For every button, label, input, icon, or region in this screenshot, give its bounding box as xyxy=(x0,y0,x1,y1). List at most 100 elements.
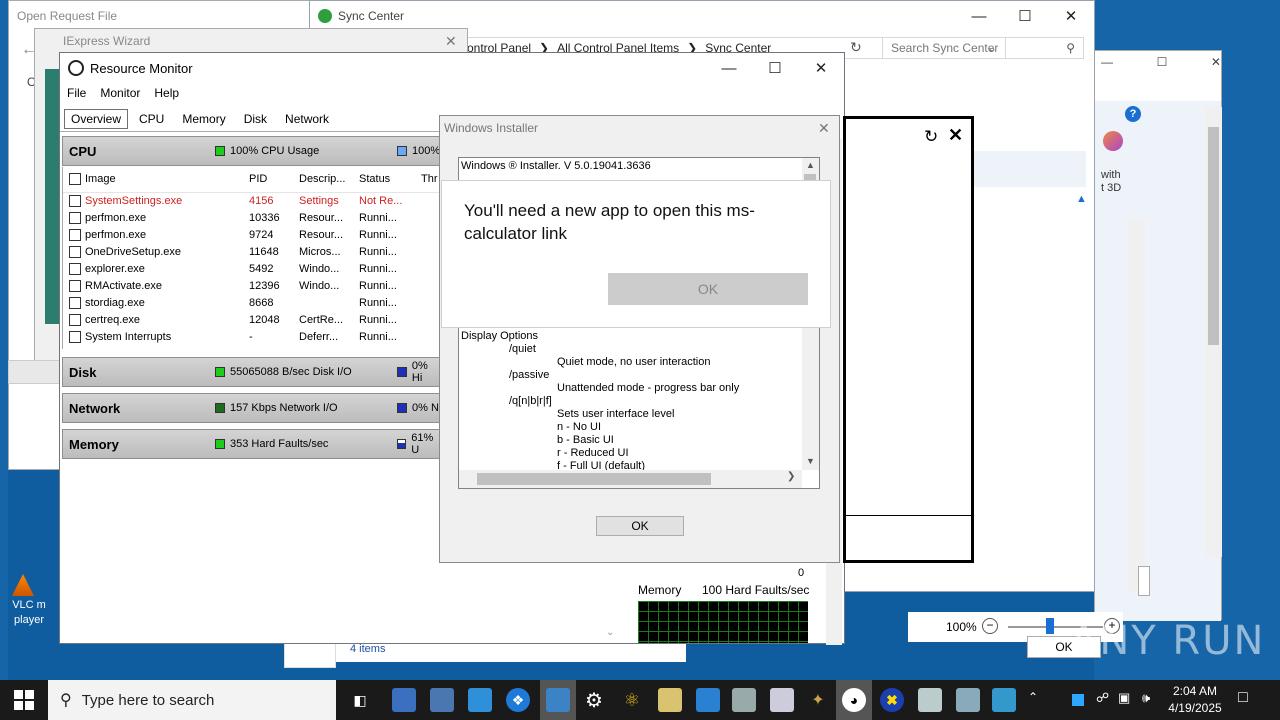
maximize-button[interactable]: ☐ xyxy=(1002,1,1048,31)
resource-monitor-task-icon[interactable]: ◕ xyxy=(842,688,866,712)
scroll-down-icon[interactable]: ⌄ xyxy=(606,627,614,638)
app-icon-3[interactable] xyxy=(468,688,492,712)
column-threads[interactable]: Thr xyxy=(421,173,438,185)
tray-app-icon[interactable] xyxy=(1072,694,1084,706)
bluetooth-icon[interactable]: ❖ xyxy=(506,688,530,712)
table-row[interactable]: stordiag.exe 8668 Runni... xyxy=(63,295,442,312)
close-icon[interactable]: ✕ xyxy=(1211,55,1221,77)
table-header-row: Image PID Descrip... Status Thr xyxy=(63,167,442,193)
close-button[interactable]: ✕ xyxy=(1048,1,1094,31)
scroll-up-icon[interactable]: ▲ xyxy=(806,160,815,170)
scroll-down-icon[interactable]: ▼ xyxy=(806,456,815,466)
row-checkbox[interactable] xyxy=(69,297,81,309)
app-icon-8[interactable]: ✦ xyxy=(806,688,830,712)
tab-disk[interactable]: Disk xyxy=(237,109,274,129)
select-all-checkbox[interactable] xyxy=(69,173,81,185)
app-icon-2[interactable] xyxy=(430,688,454,712)
new-app-ok-button[interactable]: OK xyxy=(608,273,808,305)
disk-active-indicator xyxy=(397,367,407,377)
key-icon[interactable]: ⚛ xyxy=(620,688,644,712)
refresh-icon[interactable]: ↻ xyxy=(924,127,938,147)
row-checkbox[interactable] xyxy=(69,229,81,241)
settings-gear-icon[interactable]: ⚙ xyxy=(582,688,606,712)
refresh-icon[interactable]: ↻ xyxy=(850,39,870,59)
row-checkbox[interactable] xyxy=(69,331,81,343)
zoom-out-icon[interactable]: − xyxy=(982,618,998,634)
taskbar-search-box[interactable]: ⚲ Type here to search xyxy=(48,680,336,720)
vertical-scrollbar[interactable] xyxy=(1128,219,1145,591)
tab-network[interactable]: Network xyxy=(278,109,336,129)
installer-ok-button[interactable]: OK xyxy=(596,516,684,536)
app-icon-11[interactable] xyxy=(992,688,1016,712)
close-button[interactable]: ✕ xyxy=(798,53,844,83)
minimize-icon[interactable]: — xyxy=(1101,55,1113,77)
app-icon-5[interactable] xyxy=(696,688,720,712)
row-checkbox[interactable] xyxy=(69,195,81,207)
column-image[interactable]: Image xyxy=(85,173,116,185)
process-image: System Interrupts xyxy=(85,331,172,343)
row-checkbox[interactable] xyxy=(69,246,81,258)
app-icon-active[interactable] xyxy=(546,688,570,712)
notification-icon[interactable]: □ xyxy=(1238,689,1248,707)
row-checkbox[interactable] xyxy=(69,263,81,275)
table-row[interactable]: perfmon.exe 10336 Resour... Runni... xyxy=(63,210,442,227)
menu-monitor[interactable]: Monitor xyxy=(93,83,147,105)
table-row[interactable]: perfmon.exe 9724 Resour... Runni... xyxy=(63,227,442,244)
table-row[interactable]: RMActivate.exe 12396 Windo... Runni... xyxy=(63,278,442,295)
horizontal-scrollbar[interactable]: ❯ xyxy=(459,470,802,488)
table-row[interactable]: System Interrupts - Deferr... Runni... xyxy=(63,329,442,346)
column-pid[interactable]: PID xyxy=(249,173,267,185)
table-row[interactable]: certreq.exe 12048 CertRe... Runni... xyxy=(63,312,442,329)
row-checkbox[interactable] xyxy=(69,212,81,224)
disk-panel-header[interactable]: Disk 55065088 B/sec Disk I/O 0% Hi xyxy=(62,357,442,387)
vlc-icon[interactable] xyxy=(12,574,34,596)
scroll-right-icon[interactable]: ❯ xyxy=(787,471,795,482)
close-icon[interactable]: ✕ xyxy=(948,125,963,146)
app-icon-7[interactable] xyxy=(770,688,794,712)
collapse-chevron-icon[interactable]: ▲ xyxy=(1076,193,1087,205)
vlc-label[interactable]: VLC m player xyxy=(4,598,54,628)
maximize-icon[interactable]: ☐ xyxy=(1157,55,1168,77)
minimize-button[interactable]: — xyxy=(706,53,752,83)
app-icon-4[interactable] xyxy=(658,688,682,712)
start-windows-icon[interactable] xyxy=(14,690,34,710)
minimize-button[interactable]: — xyxy=(956,1,1002,31)
tray-overflow-chevron-icon[interactable]: ⌃ xyxy=(1028,690,1038,704)
process-pid: 4156 xyxy=(249,195,274,207)
network-panel-header[interactable]: Network 157 Kbps Network I/O 0% N xyxy=(62,393,442,423)
tab-overview[interactable]: Overview xyxy=(64,109,129,129)
app-icon-1[interactable] xyxy=(392,688,416,712)
column-status[interactable]: Status xyxy=(359,173,390,185)
table-row[interactable]: SystemSettings.exe 4156 Settings Not Re... xyxy=(63,193,442,210)
task-view-icon[interactable]: ◧ xyxy=(348,688,372,712)
tray-network-icon[interactable]: ☍ xyxy=(1096,690,1109,706)
table-row[interactable]: explorer.exe 5492 Windo... Runni... xyxy=(63,261,442,278)
search-input[interactable]: Search Sync Center ⚲ xyxy=(882,37,1084,59)
help-icon[interactable]: ? xyxy=(1125,106,1141,122)
tray-ethernet-icon[interactable]: ▣ xyxy=(1118,690,1130,706)
close-icon[interactable]: ✕ xyxy=(818,120,830,137)
clock[interactable]: 2:04 AM 4/19/2025 xyxy=(1166,683,1224,717)
row-checkbox[interactable] xyxy=(69,280,81,292)
cpu-panel-header[interactable]: CPU 100% CPU Usage 100% xyxy=(62,136,442,166)
volume-icon[interactable]: 🕪 xyxy=(1142,690,1150,706)
vertical-scrollbar[interactable] xyxy=(1205,107,1222,557)
row-checkbox[interactable] xyxy=(69,314,81,326)
maximize-button[interactable]: ☐ xyxy=(752,53,798,83)
menu-help[interactable]: Help xyxy=(147,83,186,105)
memory-panel-header[interactable]: Memory 353 Hard Faults/sec 61% U xyxy=(62,429,442,459)
menu-file[interactable]: File xyxy=(60,83,93,105)
process-description: Deferr... xyxy=(299,331,339,343)
process-image: perfmon.exe xyxy=(85,229,147,241)
table-row[interactable]: OneDriveSetup.exe 11648 Micros... Runni... xyxy=(63,244,442,261)
app-icon-10[interactable] xyxy=(956,688,980,712)
tab-memory[interactable]: Memory xyxy=(175,109,232,129)
zoom-slider-thumb[interactable] xyxy=(1046,618,1054,634)
memory-faults-indicator xyxy=(215,439,225,449)
app-icon-9[interactable] xyxy=(918,688,942,712)
tab-cpu[interactable]: CPU xyxy=(132,109,171,129)
app-icon-x[interactable]: ✖ xyxy=(880,688,904,712)
app-icon-6[interactable] xyxy=(732,688,756,712)
close-icon[interactable]: ✕ xyxy=(445,33,457,50)
column-description[interactable]: Descrip... xyxy=(299,173,345,185)
